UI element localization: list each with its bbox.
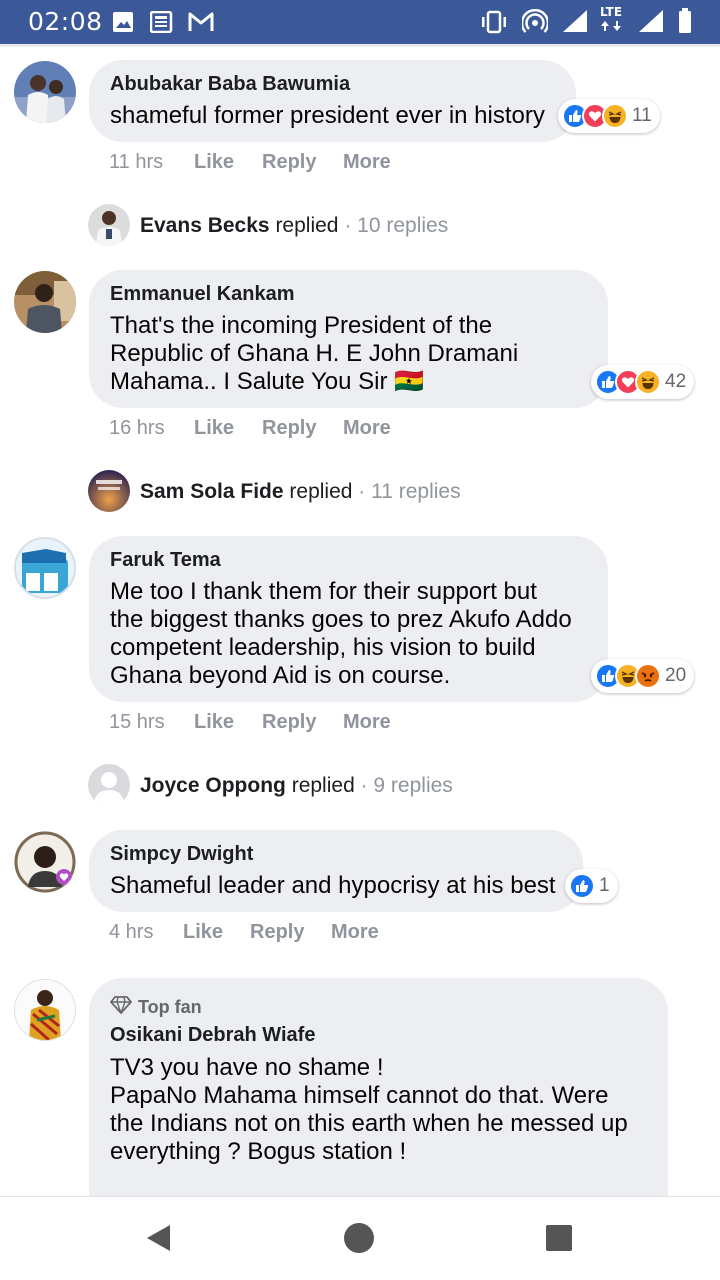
navigation-bar [0,1196,720,1280]
replied-verb: replied [289,480,353,503]
signal-icon [562,9,588,38]
replied-verb: replied [275,214,339,237]
comment-text-line: Mahama.. I Salute You Sir 🇬🇭 [110,368,425,395]
top-fan-label: Top fan [138,997,202,1017]
diamond-icon [110,996,132,1019]
comment-text-line: competent leadership, his vision to buil… [110,634,536,661]
lte-icon: LTE [600,6,626,37]
comment-bubble[interactable]: Top fan Osikani Debrah Wiafe TV3 you hav… [89,978,668,1196]
recents-icon[interactable] [545,1224,573,1257]
comment-text-line: PapaNo Mahama himself cannot do that. We… [110,1082,609,1109]
top-fan-badge: Top fan [110,996,202,1019]
like-button[interactable]: Like [183,921,223,944]
comment-text-line: the Indians not on this earth when he me… [110,1110,628,1137]
comment-bubble[interactable]: Faruk Tema Me too I thank them for their… [89,536,608,702]
haha-reaction-icon [602,103,628,129]
reply-button[interactable]: Reply [262,711,316,734]
haha-reaction-icon [635,369,661,395]
comment-text-line: everything ? Bogus station ! [110,1138,407,1165]
separator-dot: · [352,480,372,503]
comment-text-line: Ghana beyond Aid is on course. [110,662,451,689]
comment-text-line: Republic of Ghana H. E John Dramani [110,340,519,367]
reply-count: 11 replies [371,480,461,503]
reply-count: 9 replies [373,774,453,797]
comment-bubble[interactable]: Emmanuel Kankam That's the incoming Pres… [89,270,608,408]
comment-time: 4 hrs [109,921,154,943]
like-button[interactable]: Like [194,711,234,734]
like-reaction-icon [569,873,595,899]
news-icon [149,10,174,38]
avatar-commenter-4[interactable] [14,831,76,893]
more-button[interactable]: More [343,151,391,174]
avatar-replier-2[interactable] [88,470,130,512]
image-icon [112,11,134,38]
comment-text-line: Me too I thank them for their support bu… [110,578,537,605]
battery-icon [678,8,692,39]
vibrate-icon [480,10,508,39]
comment-text: shameful former president ever in histor… [110,102,545,129]
avatar-replier-1[interactable] [88,204,130,246]
replier-name[interactable]: Evans Becks [140,214,270,237]
back-icon[interactable] [144,1223,174,1258]
reply-summary[interactable]: Sam Sola Fide replied · 11 replies [140,480,461,504]
hotspot-icon [520,8,550,40]
avatar-replier-3[interactable] [88,764,130,806]
comment-text-line: the biggest thanks goes to prez Akufo Ad… [110,606,572,633]
comment-author[interactable]: Faruk Tema [110,549,221,572]
reaction-summary[interactable]: 20 [591,659,695,693]
comment-time: 11 hrs [109,151,164,173]
comment-bubble[interactable]: Abubakar Baba Bawumia shameful former pr… [89,60,576,142]
reply-button[interactable]: Reply [262,151,316,174]
reaction-count: 1 [599,875,610,896]
gmail-icon [188,12,214,37]
reply-count: 10 replies [357,214,449,237]
avatar-commenter-5[interactable] [14,979,76,1041]
like-button[interactable]: Like [194,151,234,174]
reaction-summary[interactable]: 11 [558,99,660,133]
comment-text-line: TV3 you have no shame ! [110,1054,384,1081]
reply-button[interactable]: Reply [250,921,304,944]
separator-dot: · [338,214,358,237]
more-button[interactable]: More [331,921,379,944]
reaction-summary[interactable]: 1 [565,869,618,903]
more-button[interactable]: More [343,711,391,734]
avatar-commenter-2[interactable] [14,271,76,333]
comment-time: 15 hrs [109,711,165,733]
reply-summary[interactable]: Evans Becks replied · 10 replies [140,214,448,238]
reaction-count: 20 [665,665,687,686]
status-bar: 02:08 LTE [0,0,720,44]
reaction-count: 42 [665,371,687,392]
comments-feed[interactable]: Abubakar Baba Bawumia shameful former pr… [0,47,720,1196]
home-icon[interactable] [343,1222,375,1259]
reply-button[interactable]: Reply [262,417,316,440]
signal-icon-2 [638,9,664,38]
separator-dot: · [354,774,374,797]
angry-reaction-icon [635,663,661,689]
comment-author[interactable]: Abubakar Baba Bawumia [110,73,350,96]
reaction-summary[interactable]: 42 [591,365,695,399]
comment-author[interactable]: Emmanuel Kankam [110,283,295,306]
more-button[interactable]: More [343,417,391,440]
reply-summary[interactable]: Joyce Oppong replied · 9 replies [140,774,453,798]
avatar-commenter-1[interactable] [14,61,76,123]
like-button[interactable]: Like [194,417,234,440]
replied-verb: replied [291,774,355,797]
reaction-count: 11 [632,105,652,126]
comment-time: 16 hrs [109,417,165,439]
status-time: 02:08 [28,7,103,36]
comment-text-line: That's the incoming President of the [110,312,493,339]
comment-bubble[interactable]: Simpcy Dwight Shameful leader and hypocr… [89,830,583,912]
replier-name[interactable]: Joyce Oppong [140,774,286,797]
avatar-commenter-3[interactable] [14,537,76,599]
comment-author[interactable]: Simpcy Dwight [110,843,253,866]
replier-name[interactable]: Sam Sola Fide [140,480,284,503]
comment-author[interactable]: Osikani Debrah Wiafe [110,1024,315,1047]
comment-text: Shameful leader and hypocrisy at his bes… [110,872,556,899]
